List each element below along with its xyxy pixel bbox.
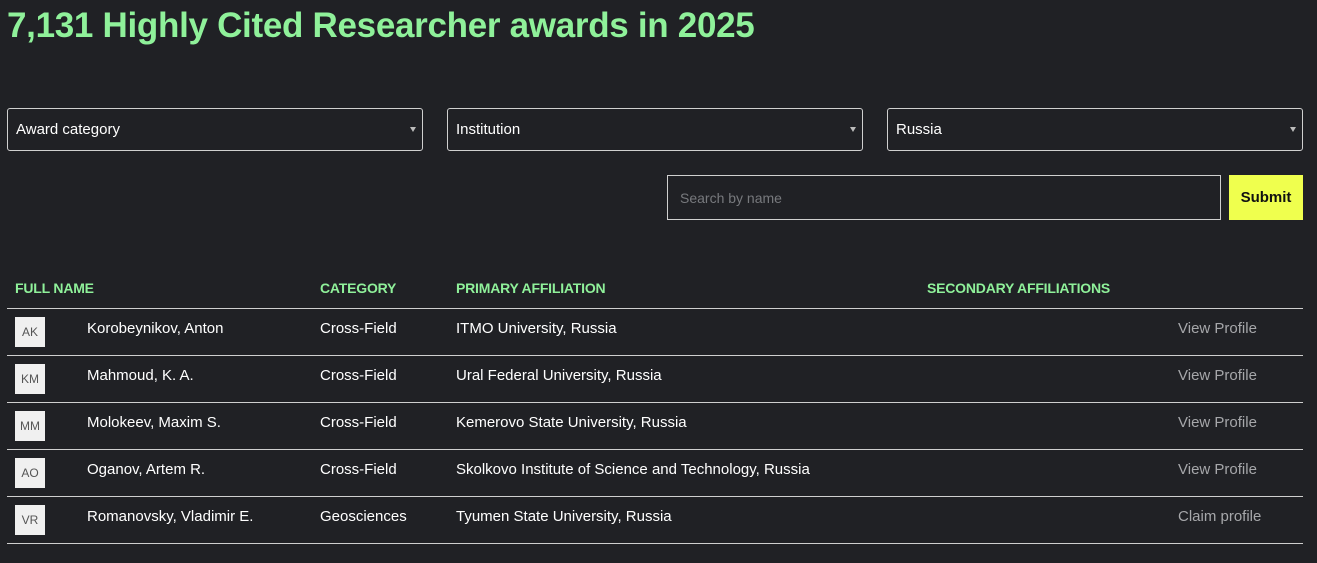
view-profile-link[interactable]: View Profile <box>1178 461 1257 478</box>
award-category-value: Award category <box>16 121 120 138</box>
researcher-name: Oganov, Artem R. <box>87 461 206 478</box>
table-row: AK Korobeynikov, Anton Cross-Field ITMO … <box>7 309 1303 356</box>
researcher-category: Cross-Field <box>320 320 397 337</box>
institution-value: Institution <box>456 121 521 138</box>
table-row: VR Romanovsky, Vladimir E. Geosciences T… <box>7 497 1303 544</box>
chevron-down-icon <box>850 127 856 132</box>
primary-affiliation: Ural Federal University, Russia <box>456 367 662 384</box>
primary-affiliation: Tyumen State University, Russia <box>456 508 672 525</box>
results-table: AK Korobeynikov, Anton Cross-Field ITMO … <box>7 309 1303 544</box>
country-select[interactable]: Russia <box>887 108 1303 151</box>
avatar: KM <box>15 364 45 394</box>
country-value: Russia <box>896 121 942 138</box>
researcher-name: Mahmoud, K. A. <box>87 367 194 384</box>
avatar: MM <box>15 411 45 441</box>
search-input[interactable] <box>667 175 1221 220</box>
column-header-full-name: FULL NAME <box>15 280 94 296</box>
submit-button[interactable]: Submit <box>1229 175 1303 220</box>
researcher-category: Cross-Field <box>320 414 397 431</box>
award-category-select[interactable]: Award category <box>7 108 423 151</box>
view-profile-link[interactable]: View Profile <box>1178 367 1257 384</box>
view-profile-link[interactable]: View Profile <box>1178 320 1257 337</box>
column-header-category: CATEGORY <box>320 280 397 296</box>
researcher-name: Korobeynikov, Anton <box>87 320 224 337</box>
chevron-down-icon <box>1290 127 1296 132</box>
avatar: AO <box>15 458 45 488</box>
researcher-category: Cross-Field <box>320 461 397 478</box>
primary-affiliation: Kemerovo State University, Russia <box>456 414 687 431</box>
page-title: 7,131 Highly Cited Researcher awards in … <box>7 6 755 45</box>
column-header-secondary-affiliations: SECONDARY AFFILIATIONS <box>927 280 1111 296</box>
primary-affiliation: Skolkovo Institute of Science and Techno… <box>456 461 810 478</box>
column-header-primary-affiliation: PRIMARY AFFILIATION <box>456 280 606 296</box>
researcher-name: Romanovsky, Vladimir E. <box>87 508 254 525</box>
chevron-down-icon <box>410 127 416 132</box>
researcher-category: Cross-Field <box>320 367 397 384</box>
researcher-category: Geosciences <box>320 508 407 525</box>
table-row: KM Mahmoud, K. A. Cross-Field Ural Feder… <box>7 356 1303 403</box>
avatar: AK <box>15 317 45 347</box>
table-row: MM Molokeev, Maxim S. Cross-Field Kemero… <box>7 403 1303 450</box>
institution-select[interactable]: Institution <box>447 108 863 151</box>
researcher-name: Molokeev, Maxim S. <box>87 414 221 431</box>
avatar: VR <box>15 505 45 535</box>
page: 7,131 Highly Cited Researcher awards in … <box>0 0 1317 563</box>
claim-profile-link[interactable]: Claim profile <box>1178 508 1261 525</box>
primary-affiliation: ITMO University, Russia <box>456 320 617 337</box>
table-row: AO Oganov, Artem R. Cross-Field Skolkovo… <box>7 450 1303 497</box>
view-profile-link[interactable]: View Profile <box>1178 414 1257 431</box>
